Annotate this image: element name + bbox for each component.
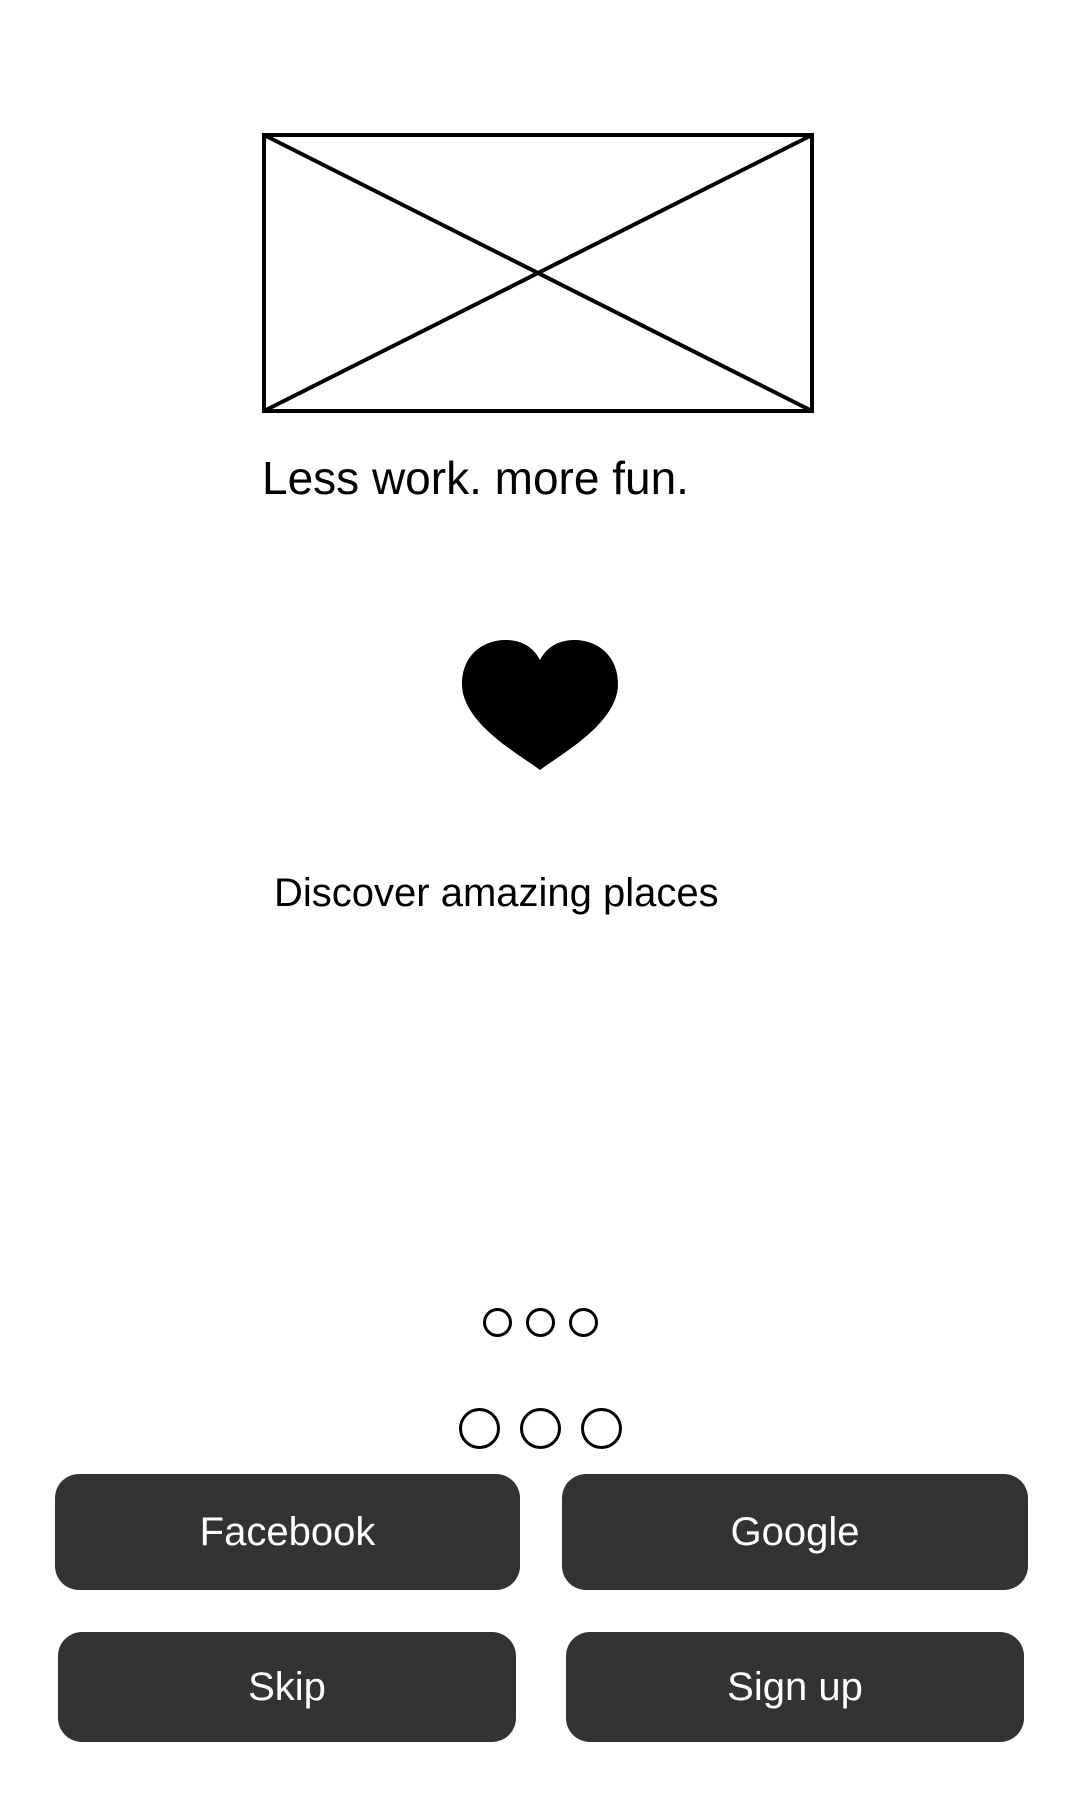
page-dot[interactable]	[568, 1308, 598, 1337]
onboarding-headline: Less work. more fun.	[262, 452, 689, 504]
page-dot[interactable]	[519, 1408, 561, 1449]
page-dot[interactable]	[482, 1308, 512, 1337]
page-indicator-small	[0, 1308, 1080, 1337]
skip-button[interactable]: Skip	[58, 1632, 516, 1742]
page-dot[interactable]	[580, 1408, 622, 1449]
sign-up-button[interactable]: Sign up	[566, 1632, 1024, 1742]
onboarding-subtitle: Discover amazing places	[274, 871, 719, 915]
facebook-login-button[interactable]: Facebook	[55, 1474, 520, 1590]
placeholder-image	[262, 133, 814, 413]
google-login-button[interactable]: Google	[562, 1474, 1028, 1590]
heart-icon	[462, 640, 618, 770]
page-dot[interactable]	[458, 1408, 500, 1449]
page-indicator-large	[0, 1408, 1080, 1449]
image-placeholder-icon	[262, 133, 814, 413]
page-dot[interactable]	[525, 1308, 555, 1337]
